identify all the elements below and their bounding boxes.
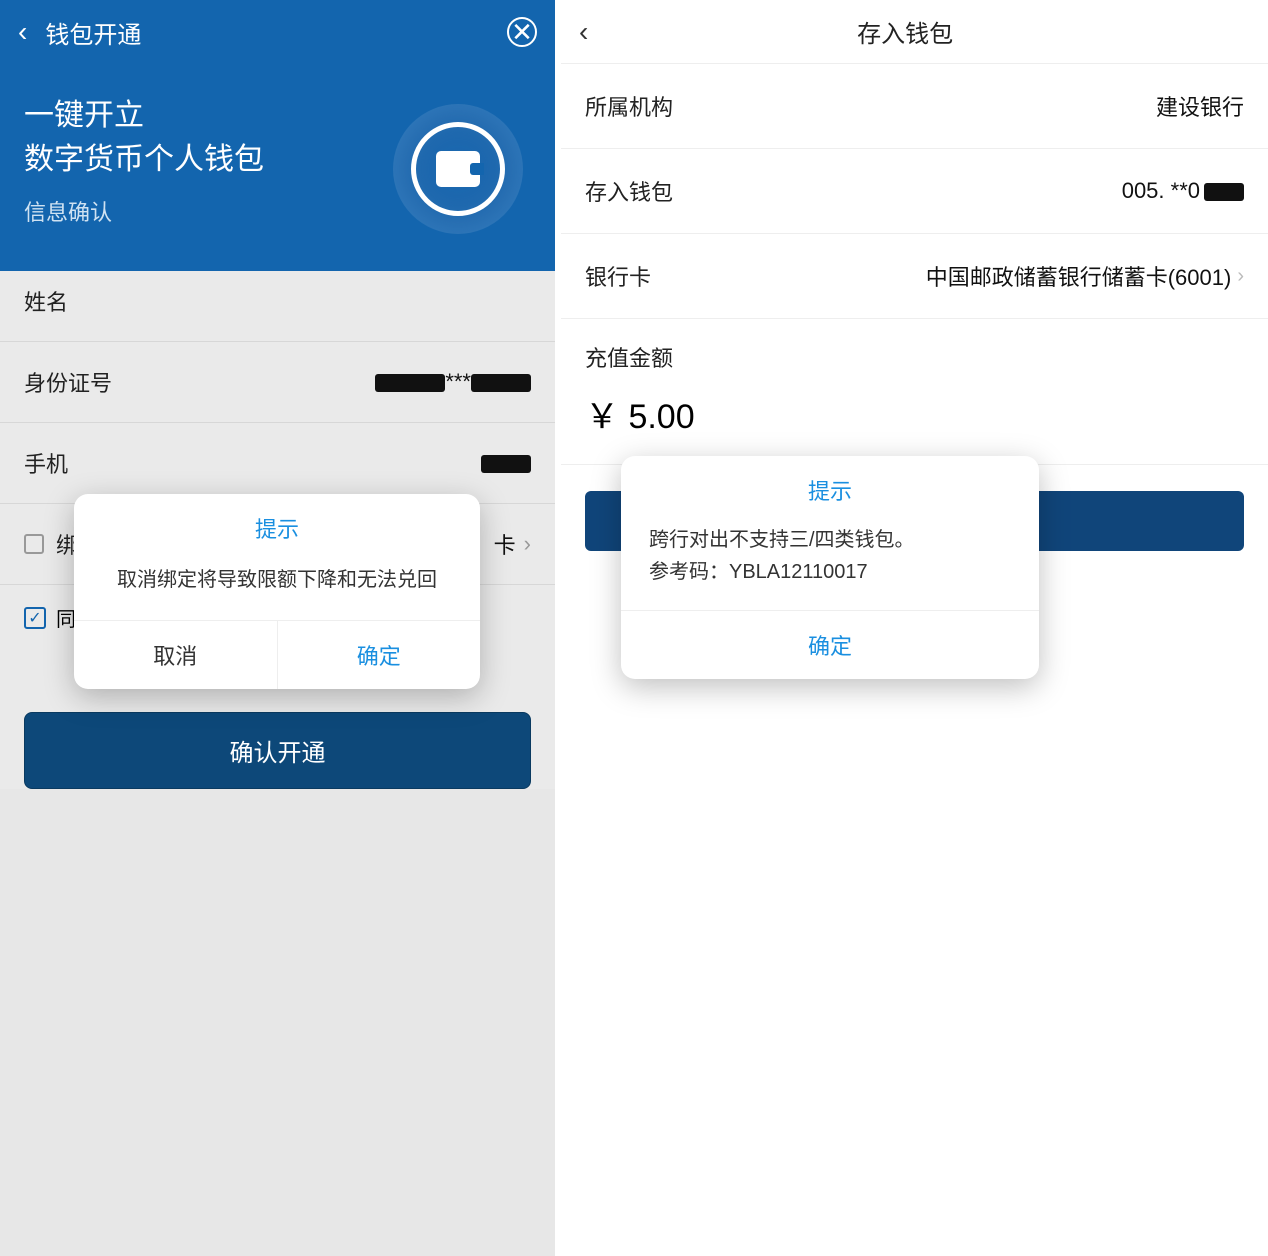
dialog-right-title: 提示: [621, 456, 1039, 516]
label-name: 姓名: [24, 285, 68, 317]
value-bindcard: 卡: [494, 528, 516, 560]
row-wallet[interactable]: 存入钱包 005. **0: [561, 149, 1268, 234]
label-phone: 手机: [24, 447, 68, 479]
close-icon[interactable]: ✕: [507, 17, 537, 47]
header-left-title: 钱包开通: [45, 15, 141, 50]
dialog-right-body: 跨行对出不支持三/四类钱包。 参考码：YBLA12110017: [621, 516, 1039, 610]
row-name[interactable]: 姓名: [0, 261, 555, 342]
wallet-icon: [393, 104, 523, 234]
screenshot-left: ‹ 钱包开通 ✕ 一键开立 数字货币个人钱包 信息确认 姓名 身份证号 ***: [0, 0, 555, 1256]
value-org: 建设银行: [1156, 90, 1244, 122]
label-org: 所属机构: [585, 90, 673, 122]
dialog-right-ok-button[interactable]: 确定: [621, 611, 1039, 679]
value-wallet: 005. **0: [1122, 178, 1244, 204]
row-org: 所属机构 建设银行: [561, 64, 1268, 149]
dialog-left: 提示 取消绑定将导致限额下降和无法兑回 取消 确定: [74, 494, 480, 689]
value-idcard: ***: [375, 369, 531, 395]
label-amount: 充值金额: [561, 319, 1268, 383]
back-icon[interactable]: ‹: [18, 16, 27, 48]
submit-button[interactable]: 确认开通: [24, 712, 531, 789]
dialog-left-body: 取消绑定将导致限额下降和无法兑回: [74, 554, 480, 620]
value-amount: ￥ 5.00: [561, 383, 1268, 465]
label-bankcard: 银行卡: [585, 260, 651, 292]
value-phone: [481, 450, 531, 476]
row-bankcard[interactable]: 银行卡 中国邮政储蓄银行储蓄卡(6001) ›: [561, 234, 1268, 319]
value-bankcard: 中国邮政储蓄银行储蓄卡(6001): [926, 260, 1232, 292]
dialog-right: 提示 跨行对出不支持三/四类钱包。 参考码：YBLA12110017 确定: [621, 456, 1039, 679]
dialog-left-cancel-button[interactable]: 取消: [74, 621, 278, 689]
checkbox-bindcard-icon[interactable]: [24, 534, 44, 554]
header-right-title: 存入钱包: [561, 14, 1250, 49]
chevron-right-icon: ›: [1237, 265, 1244, 288]
row-phone[interactable]: 手机: [0, 423, 555, 504]
chevron-right-icon: ›: [524, 531, 531, 557]
header-right: ‹ 存入钱包: [561, 0, 1268, 64]
row-idcard[interactable]: 身份证号 ***: [0, 342, 555, 423]
screenshot-right: ‹ 存入钱包 所属机构 建设银行 存入钱包 005. **0 银行卡 中国邮政储…: [561, 0, 1268, 1256]
checkbox-agree-icon[interactable]: ✓: [24, 607, 46, 629]
hero-banner: 一键开立 数字货币个人钱包 信息确认: [0, 64, 555, 271]
label-wallet: 存入钱包: [585, 175, 673, 207]
dialog-left-title: 提示: [74, 494, 480, 554]
header-left: ‹ 钱包开通 ✕: [0, 0, 555, 64]
dialog-left-ok-button[interactable]: 确定: [278, 621, 481, 689]
label-idcard: 身份证号: [24, 366, 112, 398]
